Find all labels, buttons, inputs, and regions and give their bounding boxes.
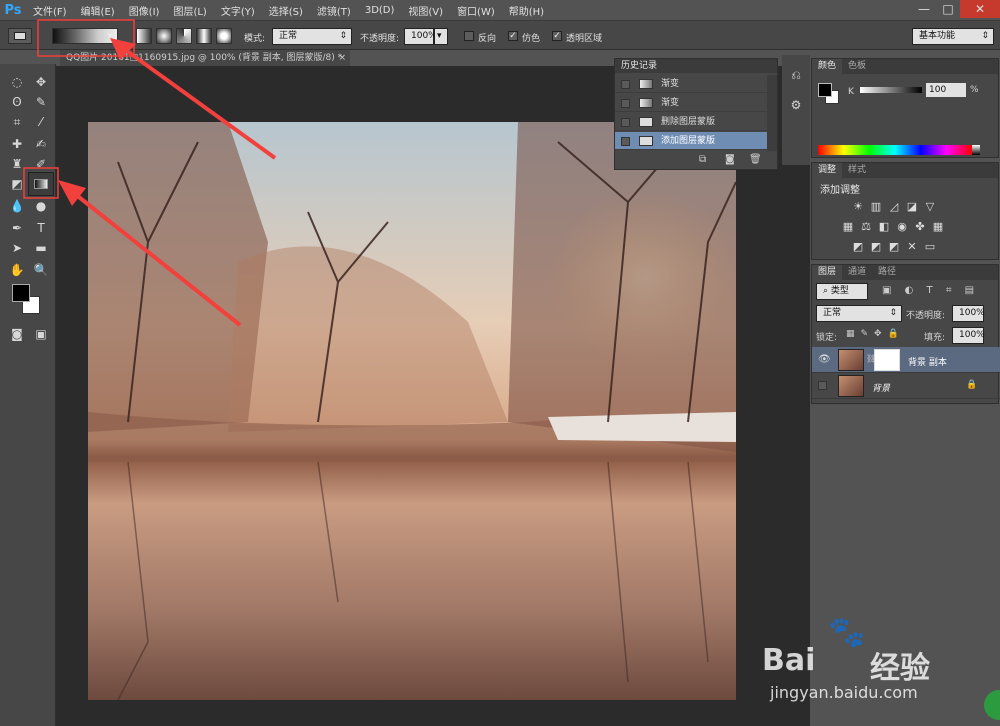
arrowhead — [58, 180, 86, 206]
watermark-brand-2: 经验 — [870, 651, 930, 686]
watermark-brand: Bai — [762, 643, 816, 678]
foreground-color-swatch[interactable] — [12, 284, 30, 302]
baidu-watermark: 🐾 Bai 经验 jingyan.baidu.com — [730, 615, 970, 715]
highlight-box — [23, 167, 59, 199]
red-arrow — [68, 188, 242, 327]
red-arrow — [118, 44, 277, 160]
paw-icon: 🐾 — [828, 615, 866, 650]
watermark-url: jingyan.baidu.com — [770, 683, 918, 702]
foreground-color-swatch[interactable] — [818, 83, 832, 97]
